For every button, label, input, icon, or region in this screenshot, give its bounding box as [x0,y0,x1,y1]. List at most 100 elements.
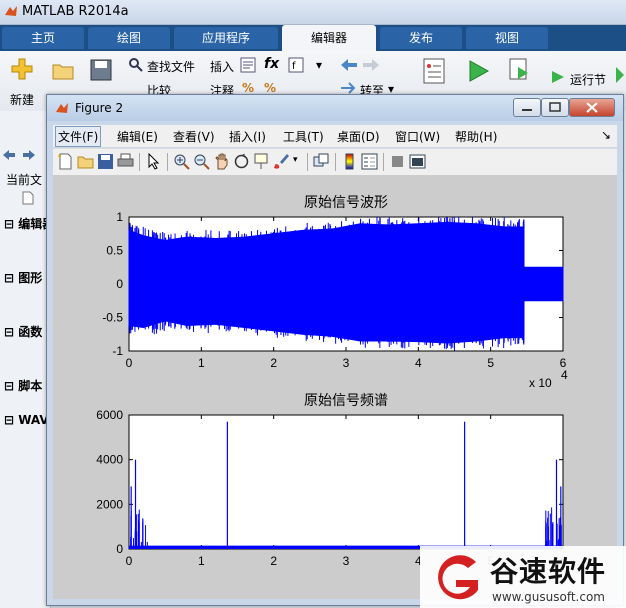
y-tick-label-0-4: -1 [112,344,123,358]
tab-home[interactable]: 主页 [2,27,84,49]
new-plus-icon[interactable] [10,57,34,81]
x-tick-label-0-3: 3 [343,356,350,370]
run-and-advance-icon[interactable] [508,57,532,83]
percent-uncomment-icon[interactable]: % [264,81,276,95]
tree-item-wav[interactable]: ⊟ WAV [4,413,49,427]
x-tick-label-1-0: 0 [126,554,133,568]
new-button[interactable]: 新建 [10,91,34,108]
open-folder-icon[interactable] [52,61,74,81]
menu-tools[interactable]: 工具(T) [283,128,324,145]
tab-publish[interactable]: 发布 [380,27,462,49]
zoom-in-icon[interactable] [173,153,190,170]
insert-section-icon[interactable] [240,57,256,73]
watermark-title: 谷速软件 [490,555,607,588]
insert-button[interactable]: 插入 [210,58,234,75]
show-tools-icon[interactable] [409,153,426,170]
toolbar-separator [335,153,336,171]
forward-icon[interactable] [22,149,36,161]
tab-view[interactable]: 视图 [466,27,548,49]
window-title: MATLAB R2014a [22,4,129,19]
run-timer-icon[interactable] [614,65,624,85]
back-arrow-icon[interactable] [340,57,358,73]
y-tick-label-1-2: 2000 [96,497,123,511]
toolbar-separator [383,153,384,171]
forward-arrow-icon[interactable] [362,57,380,73]
y-tick-label-0-2: 0 [116,277,123,291]
menu-desktop[interactable]: 桌面(D) [337,128,380,145]
plot-canvas[interactable]: 原始信号波形0 1 2 3 4 5 610.50-0.5-1x 104原始信号频谱0 1 2 3 4… [53,175,617,599]
find-file-button[interactable]: 查找文件 [147,58,195,75]
save-icon[interactable] [97,153,114,170]
maximize-button[interactable] [541,98,569,117]
minimize-icon [522,109,532,111]
file-icon[interactable] [22,191,34,205]
dock-arrow-icon[interactable]: ↘ [601,128,611,142]
tab-editor[interactable]: 编辑器 [282,25,376,51]
watermark: 谷速软件 www.gususoft.com [420,546,626,608]
tree-item-scripts[interactable]: ⊟ 脚本 [4,377,42,394]
menu-view[interactable]: 查看(V) [173,128,215,145]
fx-icon[interactable]: fx [264,56,279,72]
pan-icon[interactable] [213,153,230,170]
figure-title: Figure 2 [75,101,124,115]
new-figure-icon[interactable] [57,153,74,170]
gususoft-logo-icon [438,555,478,600]
close-button[interactable] [569,98,615,117]
run-section-button[interactable]: 运行节 [570,71,606,88]
data-cursor-icon[interactable] [253,153,270,170]
run-section-icon[interactable] [550,69,566,85]
hide-tools-icon[interactable] [389,153,406,170]
menu-help[interactable]: 帮助(H) [455,128,497,145]
chevron-down-icon[interactable]: ▾ [316,58,322,72]
percent-comment-icon[interactable]: % [242,81,254,95]
x-tick-label-1-3: 3 [343,554,350,568]
ribbon-tabbar: 主页 绘图 应用程序 编辑器 发布 视图 [0,25,626,51]
current-folder-label: 当前文 [6,173,43,187]
brush-dropdown-icon[interactable]: ▾ [293,155,298,165]
menu-insert[interactable]: 插入(I) [229,128,266,145]
zoom-out-icon[interactable] [193,153,210,170]
figure-menubar: 文件(F) 编辑(E) 查看(V) 插入(I) 工具(T) 桌面(D) 窗口(W… [53,125,617,147]
toolbar-separator [307,153,308,171]
menu-window[interactable]: 窗口(W) [395,128,440,145]
y-tick-label-0-3: -0.5 [102,311,123,325]
link-icon[interactable] [313,153,330,170]
find-file-icon[interactable] [128,57,144,73]
insert-function-icon[interactable]: f [288,57,304,73]
back-icon[interactable] [2,149,16,161]
x-multiplier-label-0: x 10 [529,376,552,390]
tree-item-figures[interactable]: ⊟ 图形 [4,269,42,286]
breakpoints-icon[interactable] [422,57,446,85]
brush-icon[interactable] [273,153,290,170]
tab-plots[interactable]: 绘图 [88,27,170,49]
menu-file[interactable]: 文件(F) [55,126,102,147]
save-icon[interactable] [90,59,112,81]
y-tick-label-0-1: 0.5 [106,244,123,258]
y-tick-label-0-0: 1 [116,210,123,224]
x-tick-label-0-1: 1 [198,356,205,370]
x-tick-label-1-2: 2 [270,554,277,568]
x-tick-label-1-1: 1 [198,554,205,568]
pointer-icon[interactable] [145,153,162,170]
print-icon[interactable] [117,153,134,170]
toolbar-separator [139,153,140,171]
close-icon [586,102,598,113]
minimize-button[interactable] [513,98,541,117]
y-tick-label-1-3: 0 [116,542,123,556]
legend-icon[interactable] [361,153,378,170]
figure-titlebar[interactable]: Figure 2 [47,95,623,121]
open-icon[interactable] [77,153,94,170]
goto-arrow-icon[interactable] [340,81,358,95]
figure-plot-area: 原始信号波形 0 1 2 3 4 5 6 1 0.5 0 -0.5 -1 x 10 4 原始信号频谱 0 1 2 3 4… [53,175,617,599]
rotate-icon[interactable] [233,153,250,170]
tree-item-functions[interactable]: ⊟ 函数 [4,323,42,340]
left-panel: 当前文 ⊟ 编辑器 ⊟ 图形 ⊟ 函数 ⊟ 脚本 ⊟ WAV [0,111,54,608]
tab-apps[interactable]: 应用程序 [174,27,278,49]
colorbar-icon[interactable] [341,153,358,170]
x-tick-label-0-2: 2 [270,356,277,370]
figure-toolbar: ▾ [53,148,617,176]
matlab-titlebar: MATLAB R2014a [0,0,626,25]
run-icon[interactable] [468,59,490,83]
maximize-icon [549,102,561,112]
menu-edit[interactable]: 编辑(E) [117,128,158,145]
